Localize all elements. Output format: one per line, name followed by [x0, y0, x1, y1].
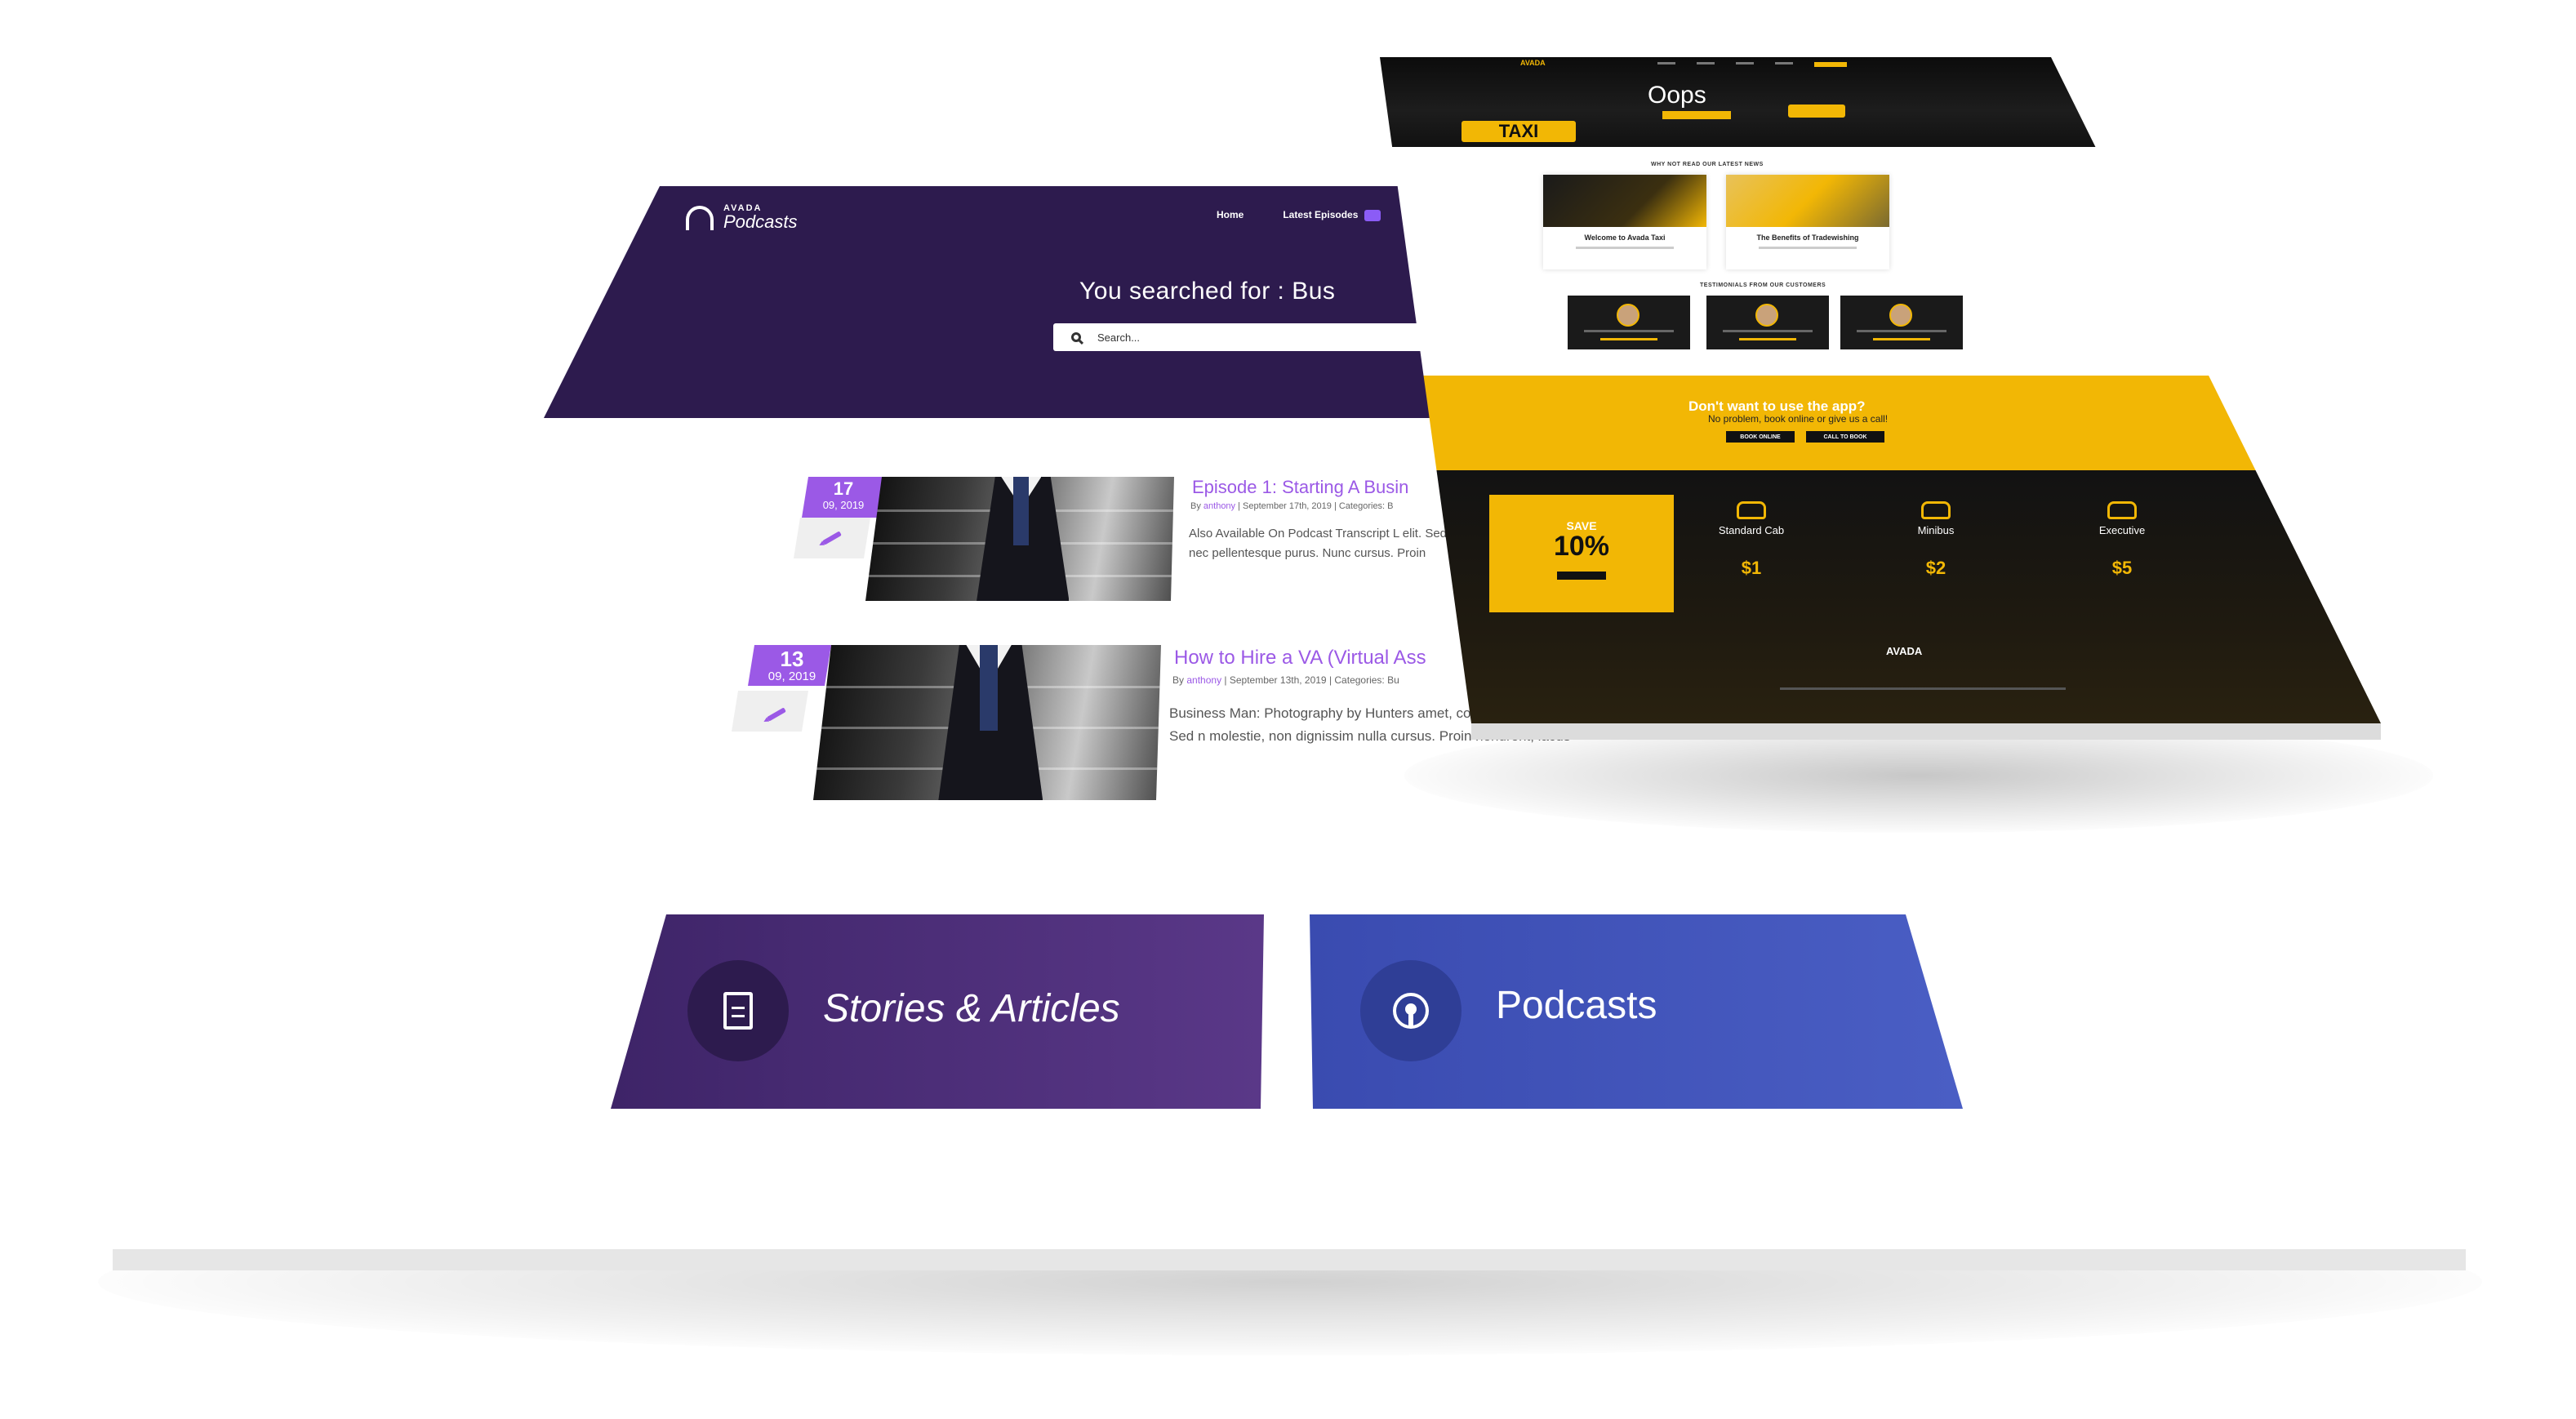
post-author[interactable]: anthony — [1186, 674, 1221, 686]
taxi-news-card[interactable]: The Benefits of Tradewishing — [1726, 175, 1889, 269]
post-meta: By anthony | September 13th, 2019 | Cate… — [1172, 674, 1399, 686]
nav-item-latest-episodes[interactable]: Latest Episodes — [1283, 209, 1381, 221]
category-card-podcasts[interactable]: Podcasts — [1310, 914, 1963, 1109]
taxi-hero-button[interactable] — [1662, 111, 1731, 119]
date-badge: 17 09, 2019 — [802, 477, 885, 518]
news-image — [1543, 175, 1706, 227]
testimonial-card — [1568, 296, 1690, 349]
taxi-cta-title: Don't want to use the app? — [1688, 398, 1866, 414]
car-name: Executive — [2098, 524, 2146, 536]
search-icon[interactable] — [1071, 332, 1081, 342]
promo-percent: 10% — [1553, 531, 1610, 562]
category-card-stories[interactable]: Stories & Articles — [611, 914, 1264, 1109]
taxi-icon — [1737, 501, 1766, 519]
search-results-title: You searched for : Bus — [1079, 278, 1336, 305]
car-price: $1 — [1741, 558, 1762, 578]
minibus-icon — [1921, 501, 1951, 519]
document-icon — [723, 992, 753, 1030]
card-label: Podcasts — [1496, 984, 1657, 1027]
car-name: Standard Cab — [1718, 524, 1785, 536]
date-day: 17 — [833, 478, 854, 499]
taxi-nav-item[interactable] — [1697, 62, 1715, 64]
meta-date-categories: | September 17th, 2019 | Categories: B — [1238, 501, 1394, 511]
taxi-testimonials-title: TESTIMONIALS FROM OUR CUSTOMERS — [1700, 282, 1826, 288]
post-thumbnail[interactable] — [865, 477, 1174, 601]
car-price: $5 — [2111, 558, 2133, 578]
post-author[interactable]: anthony — [1203, 501, 1235, 511]
card-icon-circle — [1360, 960, 1462, 1061]
post-meta: By anthony | September 17th, 2019 | Cate… — [1190, 501, 1394, 511]
taxi-nav-item[interactable] — [1657, 62, 1675, 64]
headphones-icon — [686, 205, 714, 230]
promo-button[interactable] — [1557, 572, 1606, 580]
post-format-box[interactable] — [794, 518, 870, 558]
taxi-hero-title: Oops — [1648, 82, 1706, 109]
news-subline — [1759, 247, 1857, 249]
logo-title: Podcasts — [723, 211, 798, 232]
card-label: Stories & Articles — [823, 987, 1120, 1030]
podcast-icon — [1393, 993, 1429, 1029]
taxi-footer-logo[interactable]: AVADA — [1886, 645, 1922, 657]
taxi-news-card[interactable]: Welcome to Avada Taxi — [1543, 175, 1706, 269]
testimonial-card — [1840, 296, 1963, 349]
car-option[interactable]: Minibus $2 — [1875, 501, 1997, 579]
car-name: Minibus — [1917, 524, 1955, 536]
post-title[interactable]: How to Hire a VA (Virtual Ass — [1174, 647, 1426, 669]
date-month: 09, 2019 — [822, 499, 865, 511]
main-nav: Home Latest Episodes — [1217, 209, 1381, 221]
post-thumbnail[interactable] — [813, 645, 1161, 800]
taxi-nav — [1657, 62, 1847, 67]
avatar — [1617, 304, 1639, 327]
news-subline — [1576, 247, 1674, 249]
taxi-nav-button[interactable] — [1814, 62, 1847, 67]
news-image — [1726, 175, 1889, 227]
taxi-sign: TAXI — [1462, 121, 1576, 142]
testimonial-card — [1706, 296, 1829, 349]
executive-car-icon — [2107, 501, 2137, 519]
post-title[interactable]: Episode 1: Starting A Busin — [1192, 477, 1408, 498]
post-excerpt: Also Available On Podcast Transcript L e… — [1189, 527, 1448, 560]
news-title: Welcome to Avada Taxi — [1584, 234, 1666, 242]
nav-item-label: Latest Episodes — [1283, 209, 1359, 220]
taxi-sign-small — [1788, 105, 1845, 118]
taxi-logo[interactable]: AVADA — [1520, 59, 1546, 67]
taxi-nav-item[interactable] — [1775, 62, 1793, 64]
taxi-promo-card[interactable]: SAVE 10% — [1489, 495, 1674, 612]
meta-by: By — [1190, 501, 1201, 511]
meta-date-categories: | September 13th, 2019 | Categories: Bu — [1224, 674, 1399, 686]
car-option[interactable]: Standard Cab $1 — [1690, 501, 1813, 579]
car-option[interactable]: Executive $5 — [2061, 501, 2183, 579]
call-to-book-button[interactable]: CALL TO BOOK — [1806, 431, 1884, 443]
book-online-button[interactable]: BOOK ONLINE — [1726, 431, 1795, 443]
taxi-footer-copyright — [1780, 687, 2066, 690]
taxi-cta-subtitle: No problem, book online or give us a cal… — [1708, 413, 1889, 425]
taxi-nav-item[interactable] — [1736, 62, 1754, 64]
date-month: 09, 2019 — [767, 669, 816, 683]
meta-by: By — [1172, 674, 1185, 686]
avatar — [1755, 304, 1778, 327]
pencil-icon — [822, 531, 842, 545]
date-day: 13 — [780, 647, 804, 671]
avatar — [1889, 304, 1912, 327]
date-badge: 13 09, 2019 — [748, 645, 831, 686]
taxi-news-title: WHY NOT READ OUR LATEST NEWS — [1651, 162, 1764, 167]
podcasts-logo[interactable]: AVADA Podcasts — [686, 204, 798, 231]
nav-item-home[interactable]: Home — [1217, 209, 1244, 221]
nav-badge — [1364, 209, 1381, 221]
card-icon-circle — [687, 960, 789, 1061]
car-price: $2 — [1925, 558, 1946, 578]
pencil-icon — [767, 707, 786, 722]
news-title: The Benefits of Tradewishing — [1756, 234, 1859, 242]
